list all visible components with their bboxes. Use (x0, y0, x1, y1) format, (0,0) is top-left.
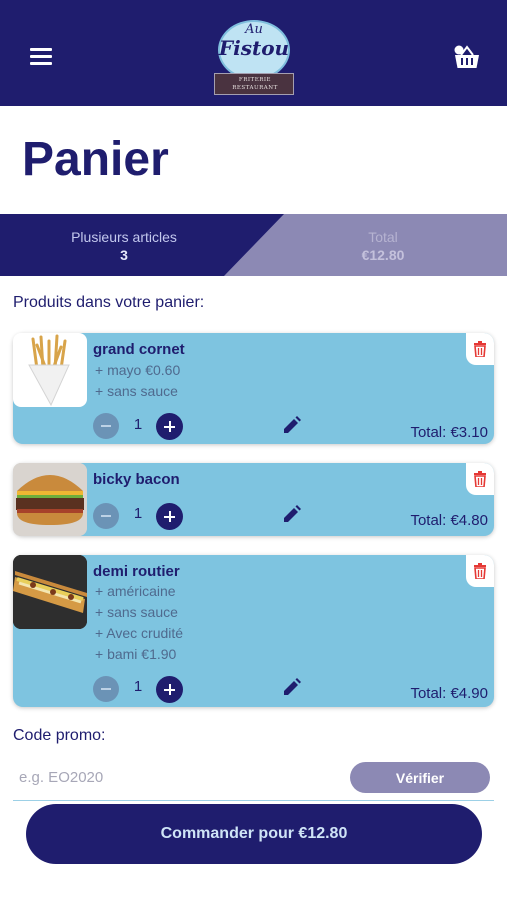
logo-subtitle-1: FRITERIE (238, 77, 272, 83)
item-total: Total: €3.10 (410, 424, 488, 441)
summary-articles-panel (0, 214, 284, 276)
app-header: Au Fistou FRITERIE RESTAURANT (0, 0, 507, 106)
decrease-quantity-button[interactable] (93, 676, 119, 702)
order-button[interactable]: Commander pour €12.80 (26, 804, 482, 864)
trash-icon (474, 563, 486, 579)
increase-quantity-button[interactable] (156, 413, 183, 440)
increase-quantity-button[interactable] (156, 676, 183, 703)
decrease-quantity-button[interactable] (93, 413, 119, 439)
item-option: + Avec crudité (95, 625, 184, 641)
articles-count: 3 (120, 247, 128, 263)
trash-icon (474, 471, 486, 487)
total-value: €12.80 (361, 247, 405, 263)
restaurant-logo: Au Fistou FRITERIE RESTAURANT (213, 20, 295, 96)
cart-summary-band: Plusieurs articles 3 Total €12.80 (0, 214, 507, 276)
item-quantity: 1 (133, 678, 143, 695)
logo-subtitle-2: RESTAURANT (232, 85, 278, 91)
edit-pencil-icon[interactable] (281, 414, 303, 436)
burger-image (13, 463, 87, 536)
item-quantity: 1 (133, 416, 143, 433)
cart-item-card: grand cornet + mayo €0.60 + sans sauce 1… (13, 333, 494, 444)
promo-underline (13, 800, 494, 801)
basket-icon[interactable] (452, 44, 482, 70)
item-name: grand cornet (93, 341, 185, 358)
item-total: Total: €4.80 (410, 512, 488, 529)
edit-pencil-icon[interactable] (281, 676, 303, 698)
page-title: Panier (22, 133, 169, 186)
item-option: + mayo €0.60 (95, 362, 181, 378)
fries-cone-image (13, 333, 87, 407)
hamburger-menu-icon[interactable] (30, 48, 52, 66)
sandwich-image (13, 555, 87, 629)
edit-pencil-icon[interactable] (281, 503, 303, 525)
item-name: bicky bacon (93, 471, 180, 488)
cart-item-card: demi routier + américaine + sans sauce +… (13, 555, 494, 707)
total-label: Total (368, 229, 398, 245)
delete-item-button[interactable] (466, 333, 494, 365)
verify-promo-button[interactable]: Vérifier (350, 762, 490, 793)
delete-item-button[interactable] (466, 555, 494, 587)
cart-products-heading: Produits dans votre panier: (13, 294, 205, 311)
delete-item-button[interactable] (466, 463, 494, 495)
logo-name: Fistou (218, 36, 290, 60)
item-option: + américaine (95, 583, 176, 599)
decrease-quantity-button[interactable] (93, 503, 119, 529)
cart-item-card: bicky bacon 1 Total: €4.80 (13, 463, 494, 536)
item-option: + sans sauce (95, 383, 178, 399)
logo-band: FRITERIE RESTAURANT (214, 73, 294, 95)
trash-icon (474, 341, 486, 357)
item-quantity: 1 (133, 505, 143, 522)
promo-code-label: Code promo: (13, 727, 106, 744)
item-option: + sans sauce (95, 604, 178, 620)
promo-code-input[interactable] (13, 760, 333, 794)
item-total: Total: €4.90 (410, 685, 488, 702)
item-option: + bami €1.90 (95, 646, 177, 662)
logo-top-text: Au (245, 22, 263, 37)
increase-quantity-button[interactable] (156, 503, 183, 530)
articles-label: Plusieurs articles (71, 229, 177, 245)
item-name: demi routier (93, 563, 180, 580)
